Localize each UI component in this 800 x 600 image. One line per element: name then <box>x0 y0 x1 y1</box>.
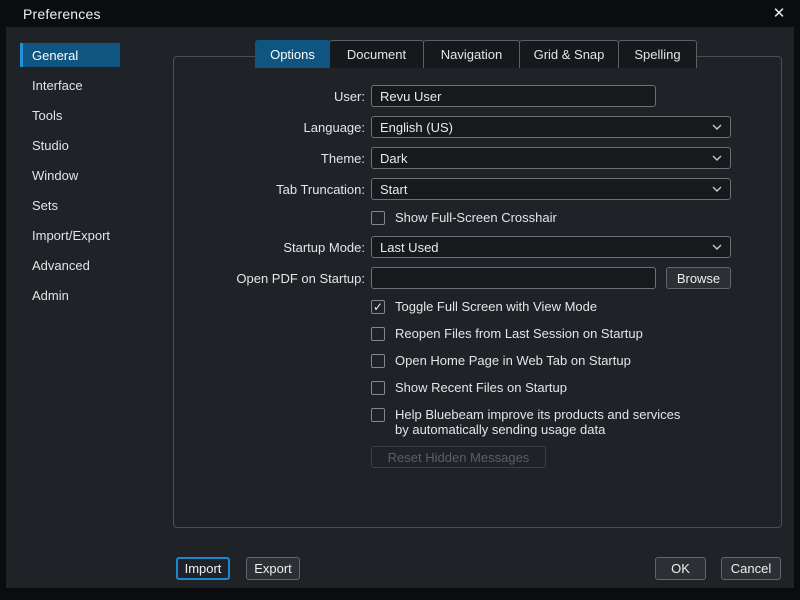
theme-label: Theme: <box>174 151 365 166</box>
tab-spelling[interactable]: Spelling <box>618 40 697 68</box>
toggle-fullscreen-checkbox[interactable]: ✓ <box>371 300 385 314</box>
preferences-dialog: Preferences ✕ General Interface Tools St… <box>0 0 800 600</box>
startup-mode-select[interactable]: Last Used <box>371 236 731 258</box>
chevron-down-icon <box>712 244 722 250</box>
dialog-body: General Interface Tools Studio Window Se… <box>6 27 794 588</box>
show-recent-files-row: ✓ Show Recent Files on Startup <box>371 380 781 395</box>
theme-row: Theme: Dark <box>174 147 781 169</box>
tab-truncation-value: Start <box>380 182 407 197</box>
sidebar-item-general[interactable]: General <box>20 43 120 67</box>
tab-options[interactable]: Options <box>255 40 330 68</box>
reset-row: Reset Hidden Messages <box>174 446 781 468</box>
theme-value: Dark <box>380 151 407 166</box>
usage-data-row: ✓ Help Bluebeam improve its products and… <box>371 407 781 437</box>
user-input[interactable] <box>371 85 656 107</box>
language-row: Language: English (US) <box>174 116 781 138</box>
reopen-files-row: ✓ Reopen Files from Last Session on Star… <box>371 326 781 341</box>
sidebar-item-interface[interactable]: Interface <box>20 73 120 97</box>
startup-mode-label: Startup Mode: <box>174 240 365 255</box>
tab-strip: Options Document Navigation Grid & Snap … <box>255 40 697 68</box>
sidebar: General Interface Tools Studio Window Se… <box>20 43 120 313</box>
cancel-button[interactable]: Cancel <box>721 557 781 580</box>
options-panel: User: Language: English (US) Theme: Dark <box>173 56 782 528</box>
tab-truncation-label: Tab Truncation: <box>174 182 365 197</box>
sidebar-item-admin[interactable]: Admin <box>20 283 120 307</box>
titlebar: Preferences ✕ <box>0 0 800 27</box>
show-crosshair-row: ✓ Show Full-Screen Crosshair <box>371 210 781 225</box>
user-label: User: <box>174 89 365 104</box>
show-crosshair-checkbox[interactable]: ✓ <box>371 211 385 225</box>
dialog-title: Preferences <box>23 6 101 22</box>
tab-document[interactable]: Document <box>329 40 424 68</box>
tab-truncation-select[interactable]: Start <box>371 178 731 200</box>
reset-hidden-messages-button[interactable]: Reset Hidden Messages <box>371 446 546 468</box>
theme-select[interactable]: Dark <box>371 147 731 169</box>
tab-navigation[interactable]: Navigation <box>423 40 520 68</box>
import-button[interactable]: Import <box>176 557 230 580</box>
export-button[interactable]: Export <box>246 557 300 580</box>
open-home-page-checkbox[interactable]: ✓ <box>371 354 385 368</box>
language-select[interactable]: English (US) <box>371 116 731 138</box>
startup-mode-row: Startup Mode: Last Used <box>174 236 781 258</box>
toggle-fullscreen-row: ✓ Toggle Full Screen with View Mode <box>371 299 781 314</box>
startup-mode-value: Last Used <box>380 240 439 255</box>
chevron-down-icon <box>712 186 722 192</box>
language-label: Language: <box>174 120 365 135</box>
open-pdf-label: Open PDF on Startup: <box>174 271 365 286</box>
reopen-files-label: Reopen Files from Last Session on Startu… <box>395 326 643 341</box>
chevron-down-icon <box>712 124 722 130</box>
show-crosshair-label: Show Full-Screen Crosshair <box>395 210 557 225</box>
tab-truncation-row: Tab Truncation: Start <box>174 178 781 200</box>
open-home-page-row: ✓ Open Home Page in Web Tab on Startup <box>371 353 781 368</box>
sidebar-item-advanced[interactable]: Advanced <box>20 253 120 277</box>
check-icon: ✓ <box>373 301 383 313</box>
ok-button[interactable]: OK <box>655 557 706 580</box>
reopen-files-checkbox[interactable]: ✓ <box>371 327 385 341</box>
user-row: User: <box>174 85 781 107</box>
sidebar-item-window[interactable]: Window <box>20 163 120 187</box>
sidebar-item-tools[interactable]: Tools <box>20 103 120 127</box>
sidebar-item-import-export[interactable]: Import/Export <box>20 223 120 247</box>
browse-button[interactable]: Browse <box>666 267 731 289</box>
language-value: English (US) <box>380 120 453 135</box>
close-icon[interactable]: ✕ <box>770 5 788 23</box>
usage-data-label: Help Bluebeam improve its products and s… <box>395 407 685 437</box>
sidebar-item-studio[interactable]: Studio <box>20 133 120 157</box>
sidebar-item-sets[interactable]: Sets <box>20 193 120 217</box>
open-home-page-label: Open Home Page in Web Tab on Startup <box>395 353 631 368</box>
show-recent-files-label: Show Recent Files on Startup <box>395 380 567 395</box>
tab-grid-snap[interactable]: Grid & Snap <box>519 40 619 68</box>
toggle-fullscreen-label: Toggle Full Screen with View Mode <box>395 299 597 314</box>
usage-data-checkbox[interactable]: ✓ <box>371 408 385 422</box>
chevron-down-icon <box>712 155 722 161</box>
open-pdf-row: Open PDF on Startup: Browse <box>174 267 781 289</box>
open-pdf-input[interactable] <box>371 267 656 289</box>
show-recent-files-checkbox[interactable]: ✓ <box>371 381 385 395</box>
